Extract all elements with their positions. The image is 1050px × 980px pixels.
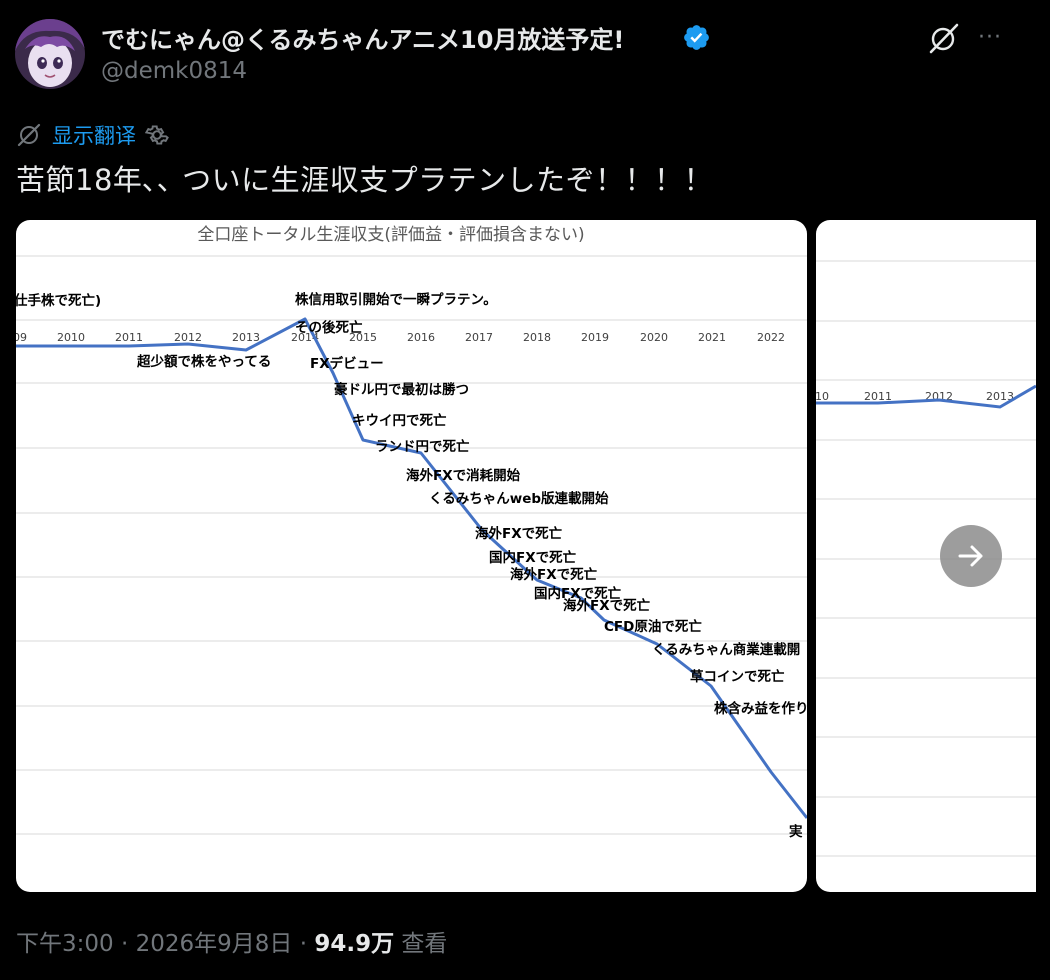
author-display-name[interactable]: でむにゃん@くるみちゃんアニメ10月放送予定!: [101, 20, 624, 55]
verified-badge-icon: [682, 23, 711, 52]
axis-tick-label: 2022: [757, 331, 785, 344]
meta-separator: ·: [292, 931, 315, 957]
chart-annotation: 国内FXで死亡: [489, 549, 577, 566]
author-handle[interactable]: @demk0814: [101, 58, 247, 84]
chart-annotation: 豪ドル円で最初は勝つ: [334, 381, 469, 398]
axis-tick-label: 2019: [581, 331, 609, 344]
translate-row: 显示翻译: [16, 120, 170, 150]
chart-annotation: FXデビュー: [310, 355, 384, 372]
chart-annotation: 株信用取引開始で一瞬プラテン。: [295, 291, 497, 308]
chart-annotation: 草コインで死亡: [690, 668, 785, 685]
chart-annotation: くるみちゃんweb版連載開始: [429, 490, 609, 507]
chart-annotation: ランド円で死亡: [375, 438, 470, 455]
chart-annotation: CFD原油で死亡: [604, 618, 702, 635]
carousel-next-button[interactable]: [940, 525, 1002, 587]
chart-image-2: 10 2011 2012 2013: [816, 260, 1036, 857]
axis-tick-label: 2011: [115, 331, 143, 344]
chart-annotation: 海外FXで死亡: [510, 566, 598, 583]
media-image-1[interactable]: 全口座トータル生涯収支(評価益・評価損含まない) 09 2010 2011 2012 2…: [16, 220, 807, 892]
axis-tick-label: 09: [16, 331, 27, 344]
chart-annotation: 海外FXで死亡: [563, 597, 651, 614]
axis-tick-label: 2013: [232, 331, 260, 344]
axis-tick-label: 2021: [698, 331, 726, 344]
axis-tick-label: 2012: [174, 331, 202, 344]
views-label: 查看: [394, 931, 448, 957]
chart-title: 全口座トータル生涯収支(評価益・評価損含まない): [197, 225, 584, 245]
show-translation-link[interactable]: 显示翻译: [52, 120, 136, 150]
view-count: 94.9万: [314, 931, 395, 957]
gear-icon[interactable]: [144, 122, 170, 148]
chart-annotation: 仕手株で死亡): [16, 292, 101, 309]
chart-annotation: 実: [789, 823, 803, 840]
arrow-right-icon: [958, 545, 983, 567]
axis-tick-label: 2016: [407, 331, 435, 344]
media-image-2[interactable]: 10 2011 2012 2013: [816, 220, 1036, 892]
chart-annotation: 海外FXで消耗開始: [406, 467, 521, 484]
translate-icon: [16, 122, 42, 148]
avatar[interactable]: [15, 19, 85, 89]
axis-tick-label: 2018: [523, 331, 551, 344]
chart-annotation: キウイ円で死亡: [352, 412, 447, 429]
chart-annotation: くるみちゃん商業連載開: [652, 641, 800, 658]
tweet-meta: 下午3:00 · 2026年9月8日 · 94.9万 查看: [16, 924, 447, 958]
axis-tick-label: 2017: [465, 331, 493, 344]
more-icon[interactable]: ···: [974, 24, 1006, 52]
tweet-time[interactable]: 下午3:00: [16, 931, 114, 957]
axis-tick-label: 10: [816, 390, 829, 403]
chart-annotation: 株含み益を作り: [714, 700, 807, 717]
chart-annotation: 超少額で株をやってる: [136, 353, 271, 370]
chart-image-1: 全口座トータル生涯収支(評価益・評価損含まない) 09 2010 2011 2012 2…: [16, 225, 807, 840]
avatar-image: [15, 19, 85, 89]
axis-tick-label: 2020: [640, 331, 668, 344]
tweet-text: 苦節18年､､ ついに生涯収支プラテンしたぞ！！！！: [16, 163, 714, 197]
tweet-date[interactable]: 2026年9月8日: [136, 931, 293, 957]
grok-icon[interactable]: [926, 20, 962, 56]
meta-separator: ·: [113, 931, 136, 957]
axis-tick-label: 2010: [57, 331, 85, 344]
chart-annotation: 海外FXで死亡: [475, 525, 563, 542]
chart-annotation: その後死亡: [295, 319, 363, 336]
